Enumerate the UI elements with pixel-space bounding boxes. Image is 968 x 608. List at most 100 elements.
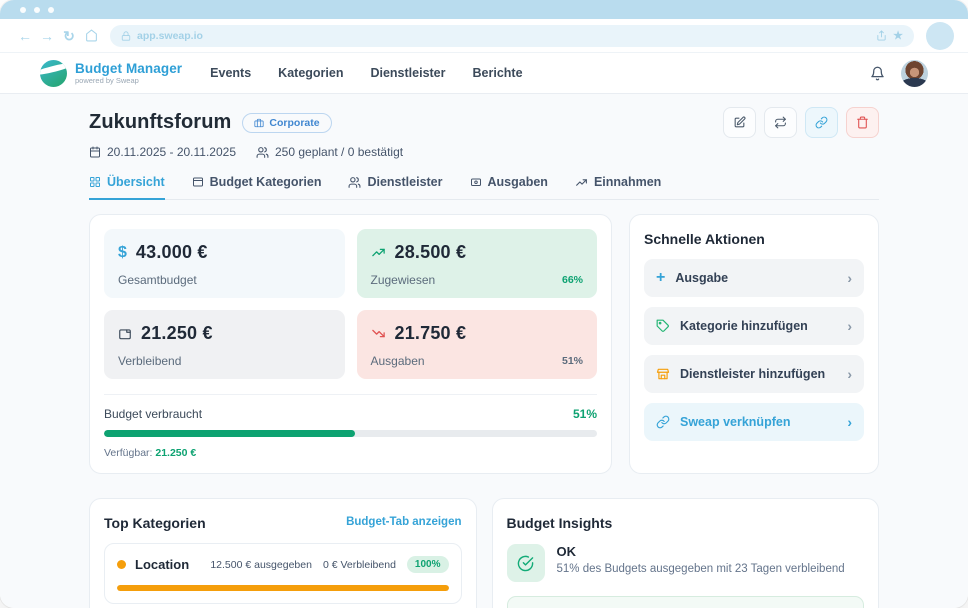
window-control-dot[interactable] (20, 7, 26, 13)
dollar-icon: $ (118, 244, 127, 262)
stat-label: Ausgaben (371, 354, 425, 368)
plus-icon: + (656, 270, 665, 286)
home-icon[interactable] (80, 29, 102, 42)
lock-icon (121, 31, 131, 41)
event-dates-text: 20.11.2025 - 20.11.2025 (107, 145, 236, 159)
link-button[interactable] (805, 107, 838, 138)
insight-status: OK (557, 544, 845, 559)
share-icon[interactable] (876, 30, 887, 41)
nav-item-kategorien[interactable]: Kategorien (278, 66, 343, 80)
back-icon[interactable]: ← (14, 29, 36, 43)
main-content: $ 43.000 € Gesamtbudget (0, 200, 968, 608)
app-logo[interactable]: Budget Manager powered by Sweap (40, 60, 182, 87)
budget-progress-fill (104, 430, 355, 437)
stat-percent: 66% (562, 274, 583, 286)
available-label: Verfügbar: (104, 447, 152, 459)
browser-toolbar: ← → ↻ app.sweap.io ★ (0, 19, 968, 53)
action-add-expense[interactable]: + Ausgabe › (644, 259, 864, 297)
event-attendees: 250 geplant / 0 bestätigt (256, 145, 403, 159)
event-actions (723, 107, 879, 138)
link-icon (656, 415, 670, 429)
grid-icon (89, 176, 101, 188)
reload-icon[interactable]: ↻ (58, 29, 80, 43)
browser-profile-avatar[interactable] (926, 22, 954, 50)
action-add-category[interactable]: Kategorie hinzufügen › (644, 307, 864, 345)
store-icon (656, 367, 670, 381)
banknote-icon (470, 176, 482, 188)
show-budget-tab-link[interactable]: Budget-Tab anzeigen (346, 516, 461, 528)
window-control-dot[interactable] (48, 7, 54, 13)
user-avatar[interactable] (901, 60, 928, 87)
stat-percent: 51% (562, 355, 583, 367)
stat-value: 21.750 € (395, 323, 467, 344)
progress-label: Budget verbraucht (104, 407, 202, 421)
stat-ausgaben: 21.750 € Ausgaben 51% (357, 310, 598, 379)
tab-budget-kategorien[interactable]: Budget Kategorien (192, 175, 322, 200)
bookmark-star-icon[interactable]: ★ (893, 29, 903, 42)
top-categories-card: Top Kategorien Budget-Tab anzeigen Locat… (89, 498, 477, 608)
category-color-dot (117, 560, 126, 569)
url-text: app.sweap.io (137, 30, 203, 42)
tag-icon (656, 319, 670, 333)
category-name: Location (135, 557, 189, 572)
stat-verbleibend: 21.250 € Verbleibend (104, 310, 345, 379)
app-subtitle: powered by Sweap (75, 77, 182, 85)
app-title: Budget Manager (75, 61, 182, 77)
stat-value: 28.500 € (395, 242, 467, 263)
top-categories-title: Top Kategorien (104, 515, 206, 531)
tab-uebersicht[interactable]: Übersicht (89, 175, 165, 200)
people-icon (256, 146, 269, 159)
insight-note: Budget ist im grünen Bereich (507, 596, 865, 608)
chevron-right-icon: › (847, 367, 852, 381)
forward-icon[interactable]: → (36, 29, 58, 43)
delete-button[interactable] (846, 107, 879, 138)
category-remaining: 0 € Verbleibend (323, 559, 396, 571)
quick-actions-title: Schnelle Aktionen (644, 231, 864, 247)
window-control-dot[interactable] (34, 7, 40, 13)
budget-progress-bar (104, 430, 597, 437)
chevron-right-icon: › (847, 319, 852, 333)
nav-item-berichte[interactable]: Berichte (473, 66, 523, 80)
divider (104, 394, 597, 395)
wallet-icon (118, 327, 132, 341)
stat-value: 43.000 € (136, 242, 208, 263)
budget-insights-card: Budget Insights OK 51% des Budgets ausge… (492, 498, 880, 608)
chevron-right-icon: › (847, 415, 852, 429)
main-nav: Events Kategorien Dienstleister Berichte (210, 66, 522, 80)
check-circle-icon (507, 544, 545, 582)
action-link-sweap[interactable]: Sweap verknüpfen › (644, 403, 864, 441)
stat-zugewiesen: 28.500 € Zugewiesen 66% (357, 229, 598, 298)
nav-item-dienstleister[interactable]: Dienstleister (370, 66, 445, 80)
quick-actions-card: Schnelle Aktionen + Ausgabe › Kategorie … (629, 214, 879, 474)
nav-item-events[interactable]: Events (210, 66, 251, 80)
browser-titlebar (0, 0, 968, 19)
category-spent: 12.500 € ausgegeben (210, 559, 312, 571)
browser-window: ← → ↻ app.sweap.io ★ Budget Manager powe… (0, 0, 968, 608)
chevron-right-icon: › (847, 271, 852, 285)
insight-description: 51% des Budgets ausgegeben mit 23 Tagen … (557, 563, 845, 575)
notifications-bell-icon[interactable] (870, 66, 885, 81)
stat-label: Gesamtbudget (118, 273, 197, 287)
stat-label: Verbleibend (118, 354, 181, 368)
tab-einnahmen[interactable]: Einnahmen (575, 175, 661, 200)
category-progress-bar (117, 585, 449, 591)
tab-ausgaben[interactable]: Ausgaben (470, 175, 548, 200)
trending-up-icon (575, 176, 588, 189)
edit-button[interactable] (723, 107, 756, 138)
action-add-vendor[interactable]: Dienstleister hinzufügen › (644, 355, 864, 393)
app-header: Budget Manager powered by Sweap Events K… (0, 53, 968, 93)
sync-button[interactable] (764, 107, 797, 138)
event-type-label: Corporate (269, 117, 319, 129)
trending-down-icon (371, 326, 386, 341)
users-icon (348, 176, 361, 189)
trending-up-icon (371, 245, 386, 260)
tab-dienstleister[interactable]: Dienstleister (348, 175, 442, 200)
budget-overview-card: $ 43.000 € Gesamtbudget (89, 214, 612, 474)
event-dates: 20.11.2025 - 20.11.2025 (89, 145, 236, 159)
category-row-location[interactable]: Location 12.500 € ausgegeben 0 € Verblei… (104, 543, 462, 604)
panel-icon (192, 176, 204, 188)
page-title: Zukunftsforum (89, 111, 231, 134)
stat-gesamtbudget: $ 43.000 € Gesamtbudget (104, 229, 345, 298)
stat-label: Zugewiesen (371, 273, 436, 287)
url-bar[interactable]: app.sweap.io ★ (110, 25, 914, 47)
